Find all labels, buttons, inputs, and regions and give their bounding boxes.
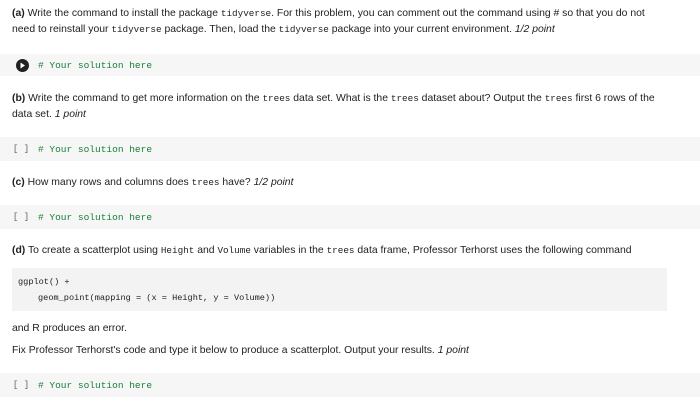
question-text: variables in the — [250, 245, 327, 256]
question-text: Write the command to get more informatio… — [25, 93, 263, 104]
question-b: (b) Write the command to get more inform… — [12, 91, 670, 123]
cell-gutter: [ ] — [0, 212, 38, 222]
question-text: data set. What is the — [290, 93, 391, 104]
inline-code: Height — [160, 245, 195, 256]
points-label: 1/2 point — [514, 24, 555, 35]
cell-gutter: [ ] — [0, 144, 38, 154]
question-text: have? — [219, 177, 254, 188]
code-cell-d[interactable]: [ ] # Your solution here — [0, 373, 700, 397]
play-icon — [20, 62, 25, 68]
cell-run-indicator[interactable]: [ ] — [13, 212, 29, 222]
question-text: Fix Professor Terhorst's code and type i… — [12, 345, 438, 356]
points-label: 1 point — [54, 109, 86, 120]
question-label: (a) — [12, 8, 25, 19]
cell-gutter — [0, 58, 38, 72]
question-text: package into your current environment. — [328, 24, 515, 35]
question-text: need to reinstall your — [12, 24, 112, 35]
question-label: (d) — [12, 245, 26, 256]
question-d: (d) To create a scatterplot using Height… — [12, 243, 670, 259]
question-text: To create a scatterplot using — [25, 245, 161, 256]
example-code-block: ggplot() + geom_point(mapping = (x = Hei… — [12, 268, 667, 311]
question-text: How many rows and columns does — [24, 177, 192, 188]
cell-code[interactable]: # Your solution here — [38, 144, 152, 155]
question-label: (c) — [12, 177, 25, 188]
cell-code[interactable]: # Your solution here — [38, 212, 152, 223]
inline-code: trees — [544, 93, 573, 104]
question-text: and — [194, 245, 218, 256]
inline-code: trees — [191, 177, 220, 188]
inline-code: trees — [262, 93, 291, 104]
inline-code: tidyverse — [220, 8, 272, 19]
question-text: dataset about? Output the — [418, 93, 545, 104]
points-label: 1/2 point — [253, 177, 294, 188]
question-text: first 6 rows of the — [572, 93, 655, 104]
points-label: 1 point — [437, 345, 469, 356]
inline-code: tidyverse — [278, 24, 329, 35]
cell-code[interactable]: # Your solution here — [38, 380, 152, 391]
code-line: ggplot() + — [18, 277, 70, 287]
question-d-after-2: Fix Professor Terhorst's code and type i… — [12, 343, 670, 359]
code-line: geom_point(mapping = (x = Height, y = Vo… — [38, 293, 276, 303]
code-cell-c[interactable]: [ ] # Your solution here — [0, 205, 700, 229]
question-a: (a) Write the command to install the pac… — [12, 6, 670, 38]
cell-run-indicator[interactable]: [ ] — [13, 380, 29, 390]
code-cell-b[interactable]: [ ] # Your solution here — [0, 137, 700, 161]
question-text: data set. — [12, 109, 55, 120]
inline-code: tidyverse — [111, 24, 162, 35]
question-d-after-1: and R produces an error. — [12, 323, 127, 334]
cell-run-indicator[interactable]: [ ] — [13, 144, 29, 154]
question-label: (b) — [12, 93, 26, 104]
question-c: (c) How many rows and columns does trees… — [12, 175, 670, 191]
question-text: data frame, Professor Terhorst uses the … — [354, 245, 632, 256]
run-cell-button[interactable] — [15, 58, 29, 72]
inline-code: Volume — [217, 245, 251, 256]
question-text: Write the command to install the package — [24, 8, 221, 19]
question-text: package. Then, load the — [161, 24, 279, 35]
cell-gutter: [ ] — [0, 380, 38, 390]
code-cell-a[interactable]: # Your solution here — [0, 54, 700, 76]
cell-code[interactable]: # Your solution here — [38, 60, 152, 71]
question-text: . For this problem, you can comment out … — [271, 8, 645, 19]
inline-code: trees — [326, 245, 355, 256]
inline-code: trees — [390, 93, 419, 104]
